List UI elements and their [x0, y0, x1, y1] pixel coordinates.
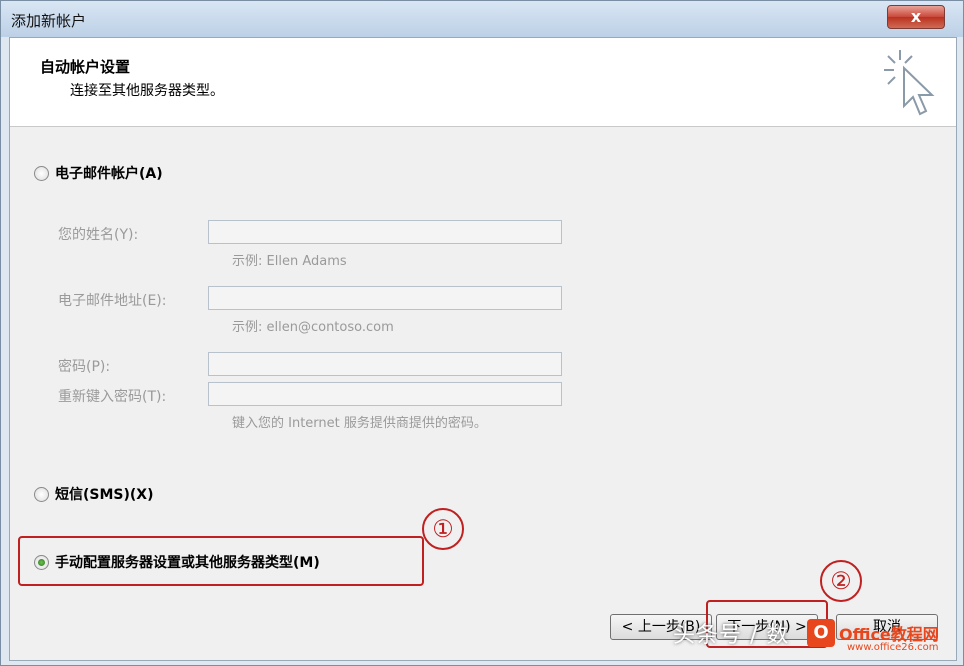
email-field[interactable] — [208, 286, 562, 310]
header-subtitle: 连接至其他服务器类型。 — [70, 83, 224, 99]
radio-email-account[interactable]: 电子邮件帐户(A) — [34, 163, 163, 183]
radio-manual-config[interactable]: 手动配置服务器设置或其他服务器类型(M) — [34, 552, 320, 572]
window-title: 添加新帐户 — [11, 12, 87, 30]
watermark-text: 头条号 / 数 — [673, 623, 790, 648]
callout-2: ② — [820, 560, 862, 602]
password-label: 密码(P): — [58, 359, 111, 375]
retype-password-field[interactable] — [208, 382, 562, 406]
name-label: 您的姓名(Y): — [58, 227, 139, 243]
radio-manual-config-label: 手动配置服务器设置或其他服务器类型(M) — [55, 555, 320, 571]
radio-email-account-button[interactable] — [34, 165, 49, 181]
title-bar: 添加新帐户 x — [1, 1, 963, 37]
logo-url: www.office26.com — [847, 642, 939, 653]
close-button[interactable]: x — [887, 5, 945, 29]
callout-1: ① — [422, 508, 464, 550]
email-label: 电子邮件地址(E): — [58, 293, 167, 309]
name-hint: 示例: Ellen Adams — [232, 254, 347, 269]
office-logo-icon: O — [807, 619, 835, 647]
radio-sms-label: 短信(SMS)(X) — [55, 487, 154, 503]
wizard-cursor-icon — [884, 50, 935, 116]
email-hint: 示例: ellen@contoso.com — [232, 320, 394, 335]
radio-sms-button[interactable] — [34, 486, 49, 502]
password-field[interactable] — [208, 352, 562, 376]
radio-manual-config-button[interactable] — [34, 554, 49, 570]
dialog-client: 自动帐户设置 连接至其他服务器类型。 电子邮件帐户(A) 您的姓名(Y): 示例… — [9, 37, 957, 661]
header-title: 自动帐户设置 — [40, 58, 131, 76]
add-account-window: 添加新帐户 x 自动帐户设置 连接至其他服务器类型。 电子邮件帐户(A) 您的姓… — [0, 0, 964, 666]
radio-email-account-label: 电子邮件帐户(A) — [55, 166, 163, 182]
wizard-header: 自动帐户设置 连接至其他服务器类型。 — [10, 38, 956, 127]
retype-password-label: 重新键入密码(T): — [58, 389, 167, 405]
password-hint: 键入您的 Internet 服务提供商提供的密码。 — [232, 416, 487, 431]
radio-sms[interactable]: 短信(SMS)(X) — [34, 484, 154, 504]
name-field[interactable] — [208, 220, 562, 244]
